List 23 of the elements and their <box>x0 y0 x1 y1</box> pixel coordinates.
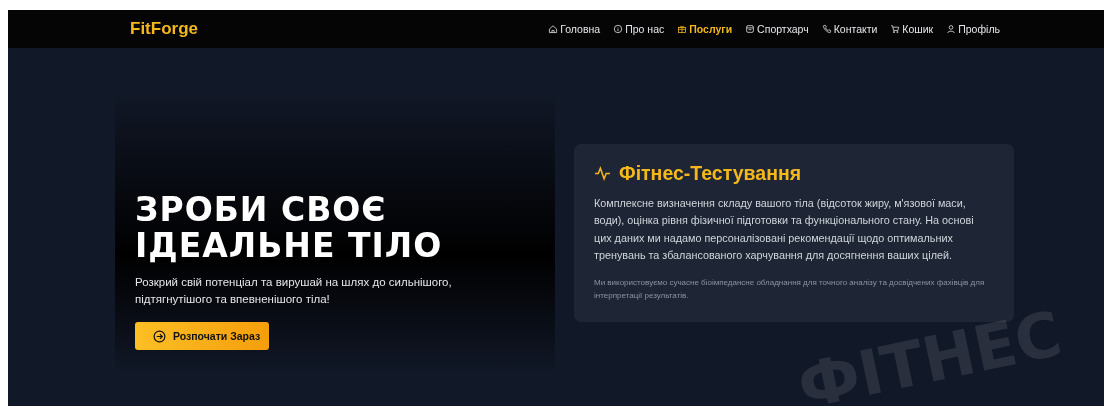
hero-subtitle: Розкрий свій потенціал та вирушай на шлях до сильнішого, підтягнутішого та впевненішого тіла! <box>135 275 453 307</box>
user-icon <box>946 24 957 34</box>
nav-link[interactable]: Профіль <box>946 23 1000 35</box>
cart-icon <box>890 24 901 34</box>
phone-icon <box>821 24 832 34</box>
card-description: Комплексне визначення складу вашого тіла (відсоток жиру, м'язової маси, води), оцінка рівня фізичної підготовки та функціонального стану. На основі цих даних ми надамо персоналізовані рекомендації щодо оптимальних тренувань та збалансованого харчування для досягнення ваших цілей. <box>594 195 975 263</box>
pulse-icon <box>594 164 611 182</box>
nav-link[interactable]: Про нас <box>613 23 665 35</box>
logo[interactable]: FitForge <box>130 19 198 39</box>
arrow-circle-icon <box>153 329 166 343</box>
info-icon <box>613 24 624 34</box>
card-note: Ми використовуємо сучасне біоімпедансне обладнання для точного аналізу та досвідчених фахівців для інтерпретації результатів. <box>594 276 986 302</box>
home-icon <box>548 24 559 34</box>
hero-title: ЗРОБИ СВОЄ ІДЕАЛЬНЕ ТІЛО <box>135 192 444 264</box>
card-title: Фітнес-Тестування <box>619 161 802 185</box>
box-icon <box>745 24 756 34</box>
start-button[interactable]: Розпочати Зараз <box>135 322 269 350</box>
nav-link[interactable]: Контакти <box>821 23 878 35</box>
nav-link[interactable]: Послуги <box>677 23 733 35</box>
nav-link[interactable]: Спортхарч <box>745 23 809 35</box>
gift-icon <box>677 24 688 34</box>
nav-link[interactable]: Головна <box>548 23 601 35</box>
nav-link[interactable]: Кошик <box>890 23 934 35</box>
